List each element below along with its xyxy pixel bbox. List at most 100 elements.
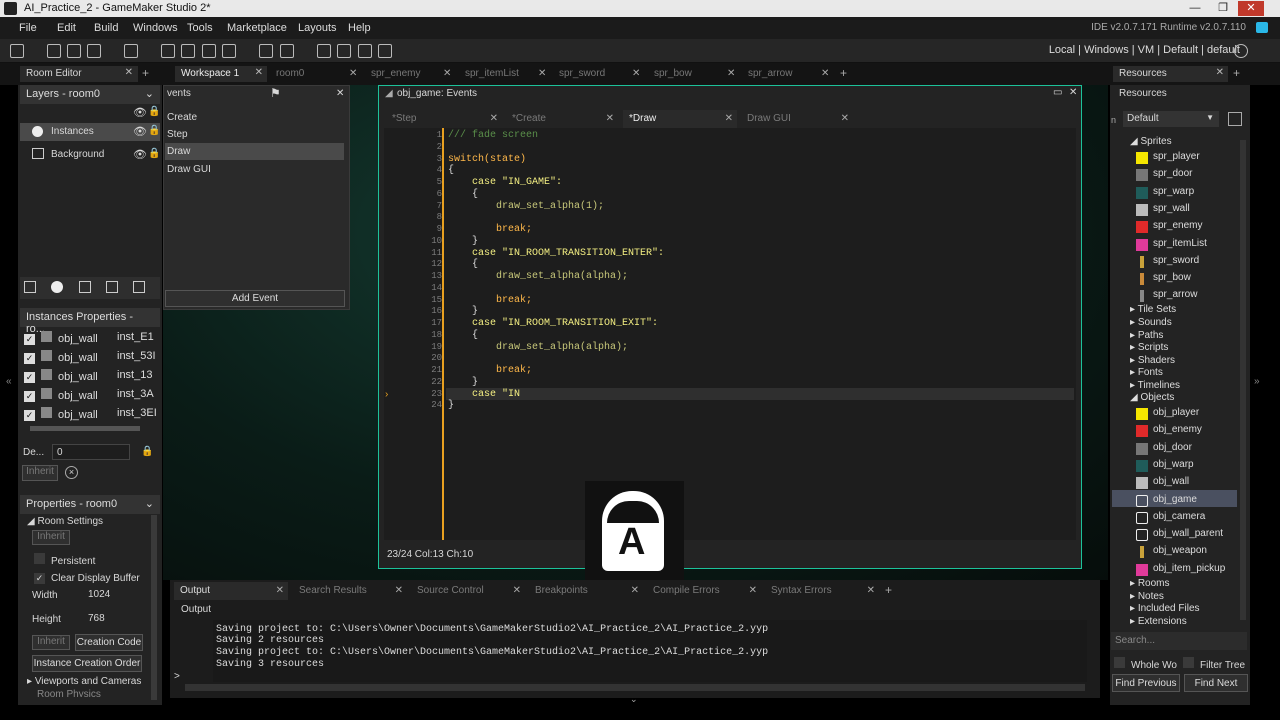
close-icon[interactable]: ✕ (513, 585, 521, 596)
expand-down-icon[interactable]: ⌄ (630, 694, 638, 705)
code-line[interactable]: /// fade screen (448, 130, 538, 141)
group-scripts[interactable]: ▸ Scripts (1130, 342, 1168, 353)
code-line[interactable]: case "IN (448, 389, 520, 400)
code-line[interactable]: draw_set_alpha(1); (448, 201, 604, 212)
object-item[interactable]: obj_wall_parent (1153, 528, 1223, 539)
search-results-tab[interactable]: Search Results ✕ (293, 582, 407, 600)
tab-spr-itemlist[interactable]: spr_itemList (465, 68, 519, 79)
search-input[interactable]: Search... (1111, 632, 1247, 650)
code-line[interactable]: } (448, 400, 454, 411)
object-item[interactable]: obj_enemy (1153, 424, 1202, 435)
add-tile-layer-icon[interactable] (79, 281, 91, 293)
close-icon[interactable]: ✕ (867, 585, 875, 596)
inherit-button[interactable]: Inherit (22, 465, 58, 481)
find-next-button[interactable]: Find Next (1184, 674, 1248, 692)
code-line[interactable]: { (448, 165, 454, 176)
tab-room-editor[interactable]: Room Editor ✕ (20, 66, 138, 82)
whole-word-checkbox[interactable]: Whole Wo (1114, 657, 1177, 671)
open-project-icon[interactable] (67, 44, 81, 58)
eye-icon[interactable]: 👁 (133, 148, 147, 161)
add-path-layer-icon[interactable] (106, 281, 118, 293)
sprite-item[interactable]: spr_sword (1153, 255, 1199, 266)
lock-icon[interactable]: 🔒 (141, 446, 153, 457)
height-input[interactable]: 768 (84, 611, 144, 627)
close-icon[interactable]: ✕ (821, 68, 829, 79)
editor-tab-step[interactable]: *Step ✕ (386, 110, 502, 128)
target-icon[interactable] (1234, 44, 1248, 58)
sprite-item[interactable]: spr_wall (1153, 203, 1190, 214)
checkbox[interactable]: ✓ (24, 372, 35, 383)
save-icon[interactable] (87, 44, 101, 58)
close-icon[interactable]: ✕ (336, 88, 344, 99)
code-line[interactable]: break; (448, 365, 532, 376)
checkbox[interactable]: ✓ (34, 573, 45, 584)
close-icon[interactable]: ✕ (276, 585, 284, 596)
zoom-reset-icon[interactable] (337, 44, 351, 58)
group-sounds[interactable]: ▸ Sounds (1130, 317, 1172, 328)
close-icon[interactable]: ✕ (125, 67, 133, 78)
output-tab[interactable]: Output ✕ (174, 582, 288, 600)
chevron-down-icon[interactable]: ⌄ (145, 87, 154, 100)
instance-row[interactable]: ✓ obj_wall inst_13 (24, 369, 152, 383)
menu-tools[interactable]: Tools (187, 22, 213, 34)
depth-input[interactable]: 0 (52, 444, 130, 460)
workspace-icon[interactable] (378, 44, 392, 58)
syntax-errors-tab[interactable]: Syntax Errors ✕ (765, 582, 879, 600)
close-icon[interactable]: ✕ (631, 585, 639, 596)
sprite-item[interactable]: spr_player (1153, 151, 1200, 162)
resource-options-icon[interactable] (1228, 112, 1242, 126)
add-tab-icon[interactable]: + (885, 583, 892, 597)
add-tab-icon[interactable]: + (1233, 66, 1240, 80)
checkbox[interactable] (1183, 657, 1194, 668)
eye-icon[interactable]: 👁 (133, 125, 147, 138)
group-notes[interactable]: ▸ Notes (1130, 591, 1164, 602)
settings-icon[interactable] (259, 44, 273, 58)
collapse-right-icon[interactable]: » (1254, 376, 1260, 387)
tab-spr-enemy[interactable]: spr_enemy (371, 68, 420, 79)
group-included-files[interactable]: ▸ Included Files (1130, 603, 1200, 614)
code-line[interactable]: switch(state) (448, 154, 526, 165)
group-shaders[interactable]: ▸ Shaders (1130, 355, 1175, 366)
inherit-button[interactable]: Inherit (32, 635, 70, 650)
breakpoints-tab[interactable]: Breakpoints ✕ (529, 582, 643, 600)
filter-tree-checkbox[interactable]: Filter Tree (1183, 657, 1245, 671)
group-paths[interactable]: ▸ Paths (1130, 330, 1163, 341)
maximize-icon[interactable]: ▭ (1053, 87, 1062, 98)
event-draw-selected[interactable] (165, 143, 344, 160)
code-line[interactable]: case "IN_ROOM_TRANSITION_ENTER": (448, 248, 664, 259)
sprite-item[interactable]: spr_enemy (1153, 220, 1202, 231)
object-item[interactable]: obj_game (1153, 494, 1197, 505)
group-rooms[interactable]: ▸ Rooms (1130, 578, 1170, 589)
room-settings-group[interactable]: ◢ Room Settings (27, 516, 103, 527)
close-icon[interactable]: ✕ (632, 68, 640, 79)
collapse-icon[interactable]: ◢ (385, 88, 393, 99)
flag-icon[interactable]: ⚑ (270, 86, 281, 100)
minimize-button[interactable]: — (1182, 1, 1208, 16)
zoom-in-icon[interactable] (358, 44, 372, 58)
menu-marketplace[interactable]: Marketplace (227, 22, 287, 34)
restore-button[interactable]: ❐ (1210, 1, 1236, 16)
menu-build[interactable]: Build (94, 22, 118, 34)
code-line[interactable]: break; (448, 224, 532, 235)
instance-row[interactable]: ✓ obj_wall inst_E1 (24, 331, 154, 345)
close-icon[interactable]: ✕ (1216, 67, 1224, 78)
editor-tab-draw-gui[interactable]: Draw GUI ✕ (741, 110, 853, 128)
checkbox[interactable]: ✓ (24, 334, 35, 345)
code-line[interactable]: { (448, 330, 478, 341)
clear-icon[interactable]: × (65, 466, 78, 479)
inherit-button[interactable]: Inherit (32, 530, 70, 545)
event-create[interactable]: Create (167, 112, 197, 123)
sprite-item[interactable]: spr_bow (1153, 272, 1191, 283)
add-tab-icon[interactable]: + (840, 66, 847, 80)
code-line[interactable]: } (448, 377, 478, 388)
object-item[interactable]: obj_door (1153, 442, 1192, 453)
object-item[interactable]: obj_item_pickup (1153, 563, 1225, 574)
menu-windows[interactable]: Windows (133, 22, 178, 34)
vertical-scrollbar[interactable] (151, 515, 157, 700)
close-icon[interactable]: ✕ (841, 113, 849, 124)
filter-dropdown[interactable]: Default ▼ (1123, 111, 1219, 127)
find-previous-button[interactable]: Find Previous (1112, 674, 1180, 692)
group-sprites[interactable]: ◢ Sprites (1130, 136, 1172, 147)
close-icon[interactable]: ✕ (1069, 87, 1077, 98)
sprite-item[interactable]: spr_warp (1153, 186, 1194, 197)
